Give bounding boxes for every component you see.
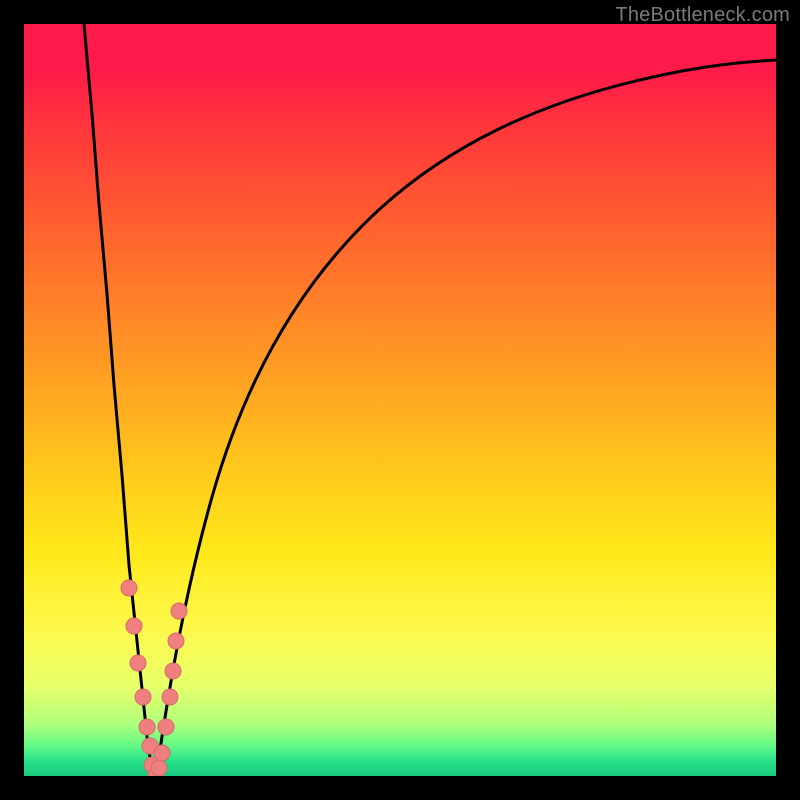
marker-dot xyxy=(126,618,142,634)
right-branch-curve xyxy=(156,60,776,776)
scatter-markers xyxy=(121,580,187,776)
marker-dot xyxy=(139,719,155,735)
curves-layer xyxy=(24,24,776,776)
marker-dot xyxy=(130,655,146,671)
marker-dot xyxy=(154,745,170,761)
marker-dot xyxy=(121,580,137,596)
marker-dot xyxy=(158,719,174,735)
marker-dot xyxy=(151,760,167,776)
plot-area xyxy=(24,24,776,776)
marker-dot xyxy=(168,633,184,649)
watermark-text: TheBottleneck.com xyxy=(615,4,790,27)
marker-dot xyxy=(165,663,181,679)
marker-dot xyxy=(171,603,187,619)
marker-dot xyxy=(162,689,178,705)
chart-frame: TheBottleneck.com xyxy=(0,0,800,800)
marker-dot xyxy=(135,689,151,705)
